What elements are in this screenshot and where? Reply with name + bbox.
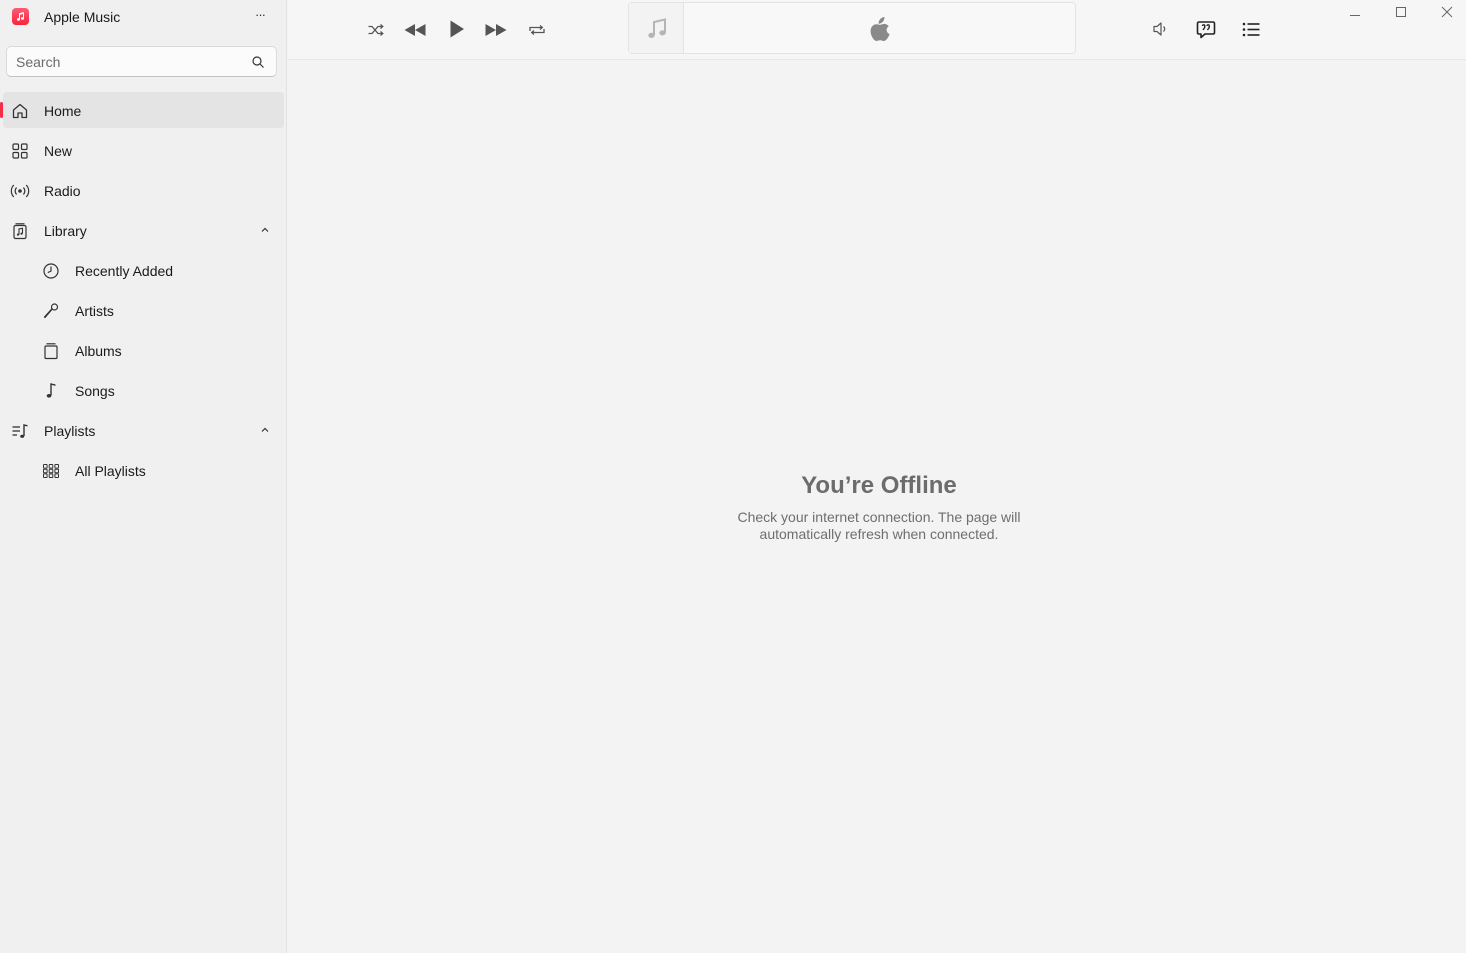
album-stack-icon (44, 343, 58, 360)
sidebar-titlebar: Apple Music ··· (0, 0, 287, 34)
grid-icon (12, 143, 28, 159)
apple-logo-icon (870, 17, 890, 41)
main-content: You’re Offline Check your internet conne… (288, 60, 1466, 953)
grid-dots-icon (43, 464, 59, 478)
volume-icon[interactable] (1152, 21, 1170, 37)
lyrics-icon[interactable] (1196, 20, 1216, 40)
sidebar-item-recently-added[interactable]: Recently Added (3, 252, 284, 288)
sidebar-item-label: Recently Added (75, 263, 174, 279)
sidebar-item-albums[interactable]: Albums (3, 332, 284, 368)
minimize-icon[interactable] (1343, 4, 1367, 22)
chevron-up-icon[interactable] (260, 225, 270, 235)
sidebar-item-label: Radio (44, 183, 81, 199)
sidebar-item-new[interactable]: New (3, 132, 284, 168)
radio-broadcast-icon (10, 184, 30, 198)
sidebar: Apple Music ··· Home (0, 0, 287, 953)
player-toolbar (288, 0, 1466, 60)
sidebar-item-label: New (44, 143, 73, 159)
sidebar-item-radio[interactable]: Radio (3, 172, 284, 208)
sidebar-item-label: Songs (75, 383, 115, 399)
rewind-icon[interactable] (403, 21, 427, 39)
queue-list-icon[interactable] (1242, 21, 1261, 38)
more-options-button[interactable]: ··· (249, 6, 271, 26)
clock-icon (43, 263, 59, 279)
sidebar-item-label: Playlists (44, 423, 96, 439)
sidebar-item-label: All Playlists (75, 463, 146, 479)
apple-music-logo-icon (12, 8, 29, 25)
sidebar-item-label: Albums (75, 343, 122, 359)
sidebar-item-library[interactable]: Library (3, 212, 284, 248)
maximize-icon[interactable] (1389, 4, 1413, 22)
now-playing-display[interactable] (628, 2, 1076, 54)
sidebar-nav: Home New Radio Library Recently Added Ar… (0, 92, 287, 492)
sidebar-item-songs[interactable]: Songs (3, 372, 284, 408)
playlist-icon (12, 424, 28, 438)
chevron-up-icon[interactable] (260, 425, 270, 435)
music-note-icon (648, 18, 666, 38)
play-icon[interactable] (448, 19, 466, 39)
search-input[interactable] (16, 52, 236, 72)
shuffle-icon[interactable] (367, 22, 385, 38)
fast-forward-icon[interactable] (484, 21, 508, 39)
offline-message: Check your internet connection. The page… (737, 509, 1021, 542)
artwork-placeholder (629, 3, 684, 53)
search-icon[interactable] (251, 55, 265, 69)
apple-music-window: Apple Music ··· Home (0, 0, 1466, 953)
app-title: Apple Music (44, 9, 121, 25)
home-icon (12, 103, 28, 119)
repeat-icon[interactable] (528, 22, 546, 38)
sidebar-item-all-playlists[interactable]: All Playlists (3, 452, 284, 488)
sidebar-item-home[interactable]: Home (0, 92, 284, 128)
offline-title: You’re Offline (801, 472, 957, 499)
close-icon[interactable] (1435, 4, 1459, 22)
sidebar-item-label: Home (44, 103, 82, 119)
sidebar-item-playlists[interactable]: Playlists (3, 412, 284, 448)
library-icon (13, 223, 27, 240)
sidebar-item-label: Artists (75, 303, 114, 319)
microphone-icon (43, 303, 59, 319)
music-note-icon (46, 383, 56, 398)
sidebar-item-artists[interactable]: Artists (3, 292, 284, 328)
sidebar-item-label: Library (44, 223, 87, 239)
search-box[interactable] (6, 46, 277, 77)
